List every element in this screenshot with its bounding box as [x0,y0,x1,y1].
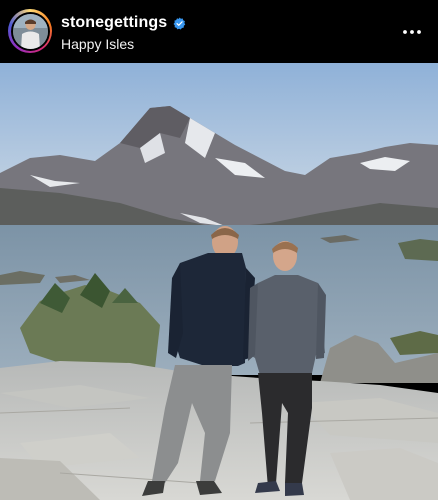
more-options-button[interactable] [400,20,424,44]
location-link[interactable]: Happy Isles [61,36,186,52]
more-options-icon [403,30,421,34]
username[interactable]: stonegettings [61,14,167,32]
story-ring[interactable] [8,9,52,53]
landscape-photo [0,63,438,500]
post-photo[interactable] [0,63,438,500]
post-header: stonegettings Happy Isles [0,0,438,63]
instagram-post: stonegettings Happy Isles [0,0,438,500]
verified-badge-icon [173,17,186,29]
avatar[interactable] [12,13,48,49]
